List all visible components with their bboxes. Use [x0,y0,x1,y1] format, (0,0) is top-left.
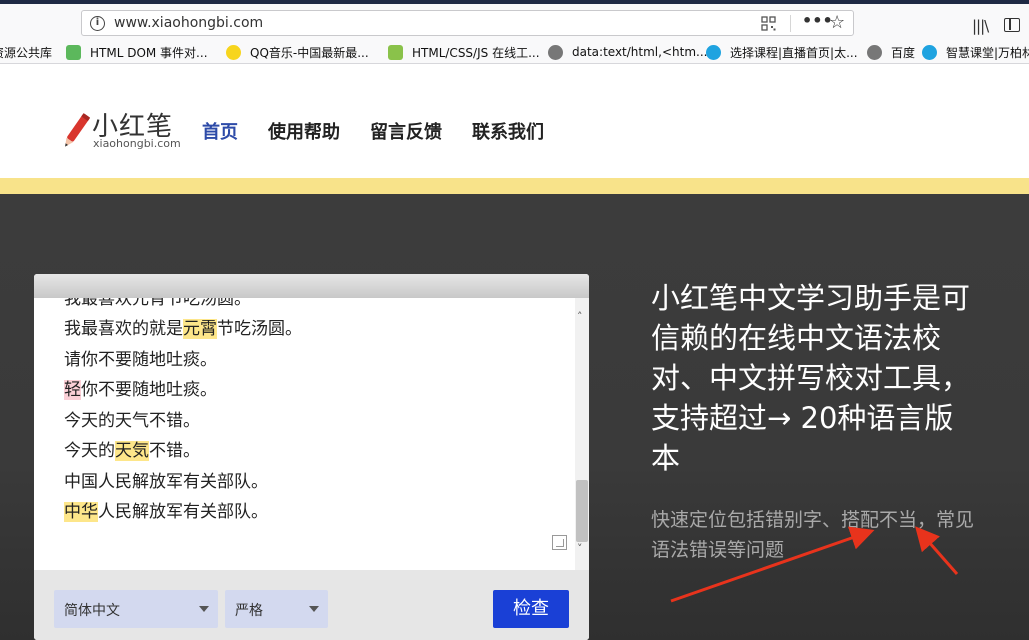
text-line[interactable]: 我最喜欢的就是元霄节吃汤圆。 [64,314,302,339]
scroll-down-icon[interactable]: ˅ [577,542,583,555]
error-highlight[interactable]: 轻 [64,380,81,400]
bookmark-item[interactable]: 资源公共库 [0,43,52,61]
text-segment: 不错。 [149,441,200,461]
bookmark-label: HTML/CSS/JS 在线工... [412,45,540,60]
nav-feedback[interactable]: 留言反馈 [370,118,442,144]
text-line[interactable]: 中华人民解放军有关部队。 [64,497,268,522]
globe-icon [867,44,882,60]
text-segment: 今天的 [64,441,115,461]
hero-section: 我最喜欢元宵节吃汤圆。 我最喜欢的就是元霄节吃汤圆。 请你不要随地吐痰。 轻你不要随地… [0,194,1029,640]
error-highlight[interactable]: 中华 [64,502,98,522]
bookmark-item[interactable]: HTML DOM 事件对... [66,43,208,61]
header-divider-band [0,178,1029,194]
error-highlight[interactable]: 元霄 [183,319,217,339]
bookmark-item[interactable]: HTML/CSS/JS 在线工... [388,43,540,61]
qr-code-icon[interactable] [761,16,776,31]
text-line[interactable]: 今天的天気不错。 [64,436,200,461]
mode-select[interactable]: 严格 [225,590,328,628]
text-line[interactable]: 今天的天气不错。 [64,406,200,431]
sidebar-toggle-icon[interactable] [1004,18,1020,32]
text-segment: 我最喜欢元宵节吃汤圆。 [64,298,251,309]
bookmark-item[interactable]: 智慧课堂|万柏林... [922,43,1029,61]
browser-navbar: i www.xiaohongbi.com ••• ☆ |||\ [0,4,1029,40]
site-header: 小红笔 xiaohongbi.com 首页 使用帮助 留言反馈 联系我们 [0,65,1029,178]
language-select-value: 简体中文 [64,603,120,619]
qq-music-icon [226,44,241,60]
text-segment: 我最喜欢的就是 [64,319,183,339]
text-segment: 人民解放军有关部队。 [98,502,268,522]
editor-toolbar [34,274,589,298]
hero-headline: 小红笔中文学习助手是可信赖的在线中文语法校对、中文拼写校对工具，支持超过→ 20… [651,281,971,475]
text-line[interactable]: 我最喜欢元宵节吃汤圆。 [64,298,251,309]
hero-subline: 快速定位包括错别字、搭配不当，常见语法错误等问题 [651,509,975,561]
mode-select-value: 严格 [235,603,263,619]
checker-panel: 我最喜欢元宵节吃汤圆。 我最喜欢的就是元霄节吃汤圆。 请你不要随地吐痰。 轻你不要随地… [34,274,589,640]
bookmark-star-icon[interactable]: ☆ [829,12,845,33]
text-line[interactable]: 中国人民解放军有关部队。 [64,467,268,492]
bookmark-item[interactable]: QQ音乐-中国最新最... [226,43,369,61]
bookmark-label: 智慧课堂|万柏林... [946,45,1029,60]
scroll-up-icon[interactable]: ˄ [577,310,583,323]
language-select[interactable]: 简体中文 [54,590,218,628]
course-icon [706,44,721,60]
bookmark-label: data:text/html,<htm... [572,45,708,59]
text-line[interactable]: 轻你不要随地吐痰。 [64,375,217,400]
bookmark-label: HTML DOM 事件对... [90,45,208,60]
scrollbar-thumb[interactable] [576,480,588,542]
bookmark-label: QQ音乐-中国最新最... [250,45,369,60]
text-editor[interactable]: 我最喜欢元宵节吃汤圆。 我最喜欢的就是元霄节吃汤圆。 请你不要随地吐痰。 轻你不要随地… [34,298,575,570]
chevron-down-icon [199,606,209,612]
editor-footer: 简体中文 严格 检查 [34,570,589,640]
bookmark-item[interactable]: 选择课程|直播首页|太... [706,43,858,61]
text-line[interactable]: 请你不要随地吐痰。 [64,345,217,370]
bookmark-item[interactable]: data:text/html,<htm... [548,43,707,61]
address-bar[interactable]: i www.xiaohongbi.com ••• ☆ [81,10,854,36]
bookmark-label: 选择课程|直播首页|太... [730,45,858,60]
tool-icon [388,44,403,60]
url-separator [790,15,791,32]
bookmarks-toolbar: 资源公共库 HTML DOM 事件对... QQ音乐-中国最新最... HTML… [0,40,1029,64]
w3-icon [66,44,81,60]
bookmark-item[interactable]: 百度 [867,43,915,61]
error-highlight[interactable]: 天気 [115,441,149,461]
chevron-down-icon [309,606,319,612]
course-icon [922,44,937,60]
text-segment: 节吃汤圆。 [217,319,302,339]
bookmark-label: 百度 [891,45,916,60]
globe-icon [548,44,563,60]
bookmark-label: 资源公共库 [0,45,53,60]
logo-domain: xiaohongbi.com [93,137,181,150]
url-text[interactable]: www.xiaohongbi.com [114,15,263,31]
nav-home[interactable]: 首页 [202,118,238,144]
info-icon[interactable]: i [90,16,105,31]
text-segment: 中国人民解放军有关部队。 [64,472,268,492]
nav-help[interactable]: 使用帮助 [268,118,340,144]
text-segment: 请你不要随地吐痰。 [64,350,217,370]
site-logo[interactable]: 小红笔 xiaohongbi.com [62,106,202,156]
resize-handle-icon[interactable] [552,535,567,550]
check-button[interactable]: 检查 [493,590,569,628]
red-pen-icon [65,113,90,147]
text-segment: 今天的天气不错。 [64,411,200,431]
text-segment: 你不要随地吐痰。 [81,380,217,400]
library-icon[interactable]: |||\ [972,17,989,35]
nav-contact[interactable]: 联系我们 [472,118,544,144]
